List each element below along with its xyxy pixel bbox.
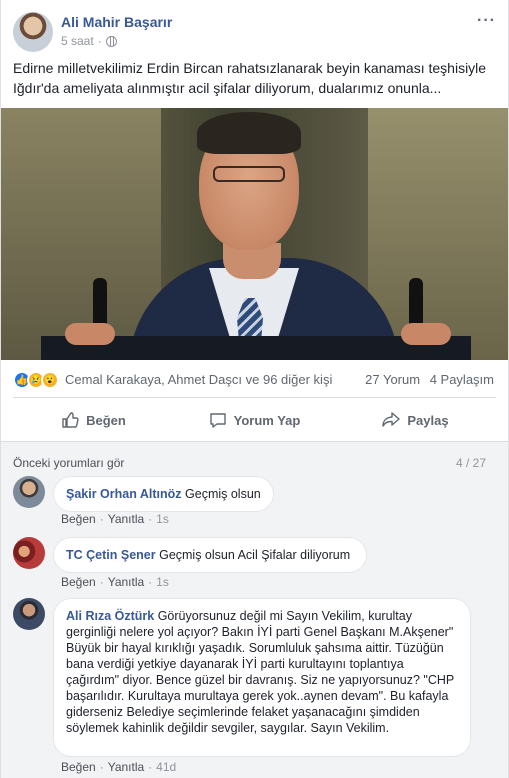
separator-dot: · (148, 575, 153, 589)
comment-actions: Beğen · Yanıtla · 41d (61, 760, 176, 774)
share-label: Paylaş (407, 412, 449, 428)
like-label: Beğen (86, 412, 126, 428)
comment-button[interactable]: Yorum Yap (174, 401, 335, 439)
comment-actions: Beğen · Yanıtla · 1s (61, 575, 169, 589)
reactions-bar: 👍 😢 😮 Cemal Karakaya, Ahmet Daşcı ve 96 … (13, 370, 494, 390)
comments-pager: 4 / 27 (455, 456, 486, 470)
comment-reply-link[interactable]: Yanıtla (108, 760, 144, 774)
comment: Ali Rıza Öztürk Görüyorsunuz değil mi Sa… (13, 598, 496, 778)
comments-count[interactable]: 27 Yorum (365, 372, 420, 387)
engagement-counts: 27 Yorum 4 Paylaşım (365, 372, 494, 387)
separator-dot: · (99, 760, 104, 774)
separator-dot: · (99, 575, 104, 589)
comment-text: Geçmiş olsun Acil Şifalar diliyorum (159, 548, 351, 562)
photo-hand-right (401, 323, 451, 345)
comment-like-link[interactable]: Beğen (61, 575, 96, 589)
comment-reply-link[interactable]: Yanıtla (108, 512, 144, 526)
like-button[interactable]: Beğen (13, 401, 174, 439)
divider (13, 397, 496, 398)
post-time[interactable]: 5 saat (61, 34, 94, 48)
comment-like-link[interactable]: Beğen (61, 760, 96, 774)
more-icon[interactable]: ··· (477, 12, 496, 30)
comments-section: Önceki yorumları gör 4 / 27 Şakir Orhan … (1, 442, 508, 778)
comment-actions: Beğen · Yanıtla · 1s (61, 512, 169, 526)
comment-label: Yorum Yap (233, 412, 301, 428)
separator-dot: · (148, 760, 153, 774)
comment-bubble: Ali Rıza Öztürk Görüyorsunuz değil mi Sa… (53, 598, 471, 757)
commenter-avatar[interactable] (13, 537, 45, 569)
post-header: Ali Mahir Başarır 5 saat · ··· (13, 12, 496, 52)
post-meta: 5 saat · (61, 34, 117, 48)
wow-reaction-icon: 😮 (41, 371, 59, 389)
share-button[interactable]: Paylaş (335, 401, 496, 439)
photo-glasses (213, 166, 285, 182)
comment-text: Görüyorsunuz değil mi Sayın Vekilim, kur… (66, 609, 455, 735)
reaction-icons[interactable]: 👍 😢 😮 (13, 371, 59, 389)
comment-bubble: TC Çetin Şener Geçmiş olsun Acil Şifalar… (53, 537, 367, 573)
comment-reply-link[interactable]: Yanıtla (108, 575, 144, 589)
comment-author[interactable]: Şakir Orhan Altınöz (66, 487, 182, 501)
comment-bubble: Şakir Orhan Altınöz Geçmiş olsun (53, 476, 274, 512)
previous-comments-link[interactable]: Önceki yorumları gör (13, 456, 124, 470)
comment-time[interactable]: 1s (156, 575, 169, 589)
post-actions: Beğen Yorum Yap Paylaş (13, 401, 496, 439)
commenter-avatar[interactable] (13, 598, 45, 630)
thumbs-up-icon (62, 412, 79, 428)
photo-hand-left (65, 323, 115, 345)
comment-author[interactable]: TC Çetin Şener (66, 548, 156, 562)
reaction-names[interactable]: Cemal Karakaya, Ahmet Daşcı ve 96 diğer … (65, 372, 332, 387)
comment-like-link[interactable]: Beğen (61, 512, 96, 526)
photo-hair (197, 112, 301, 154)
post-author[interactable]: Ali Mahir Başarır (61, 14, 172, 30)
comment: Şakir Orhan Altınöz Geçmiş olsun Beğen · Y… (13, 476, 496, 542)
post-text: Edirne milletvekilimiz Erdin Bircan raha… (13, 60, 487, 96)
share-icon (382, 412, 401, 427)
shares-count[interactable]: 4 Paylaşım (430, 372, 494, 387)
separator-dot: · (97, 34, 102, 48)
globe-icon[interactable] (105, 35, 117, 47)
commenter-avatar[interactable] (13, 476, 45, 508)
separator-dot: · (148, 512, 153, 526)
comment: TC Çetin Şener Geçmiş olsun Acil Şifalar… (13, 537, 496, 603)
comment-author[interactable]: Ali Rıza Öztürk (66, 609, 154, 623)
comment-text: Geçmiş olsun (185, 487, 261, 501)
comment-time[interactable]: 1s (156, 512, 169, 526)
comment-icon (209, 413, 226, 428)
separator-dot: · (99, 512, 104, 526)
author-avatar[interactable] (13, 12, 53, 52)
comment-time[interactable]: 41d (156, 760, 176, 774)
post-card: Ali Mahir Başarır 5 saat · ··· Edirne mi… (0, 0, 509, 778)
post-photo[interactable] (1, 108, 508, 360)
